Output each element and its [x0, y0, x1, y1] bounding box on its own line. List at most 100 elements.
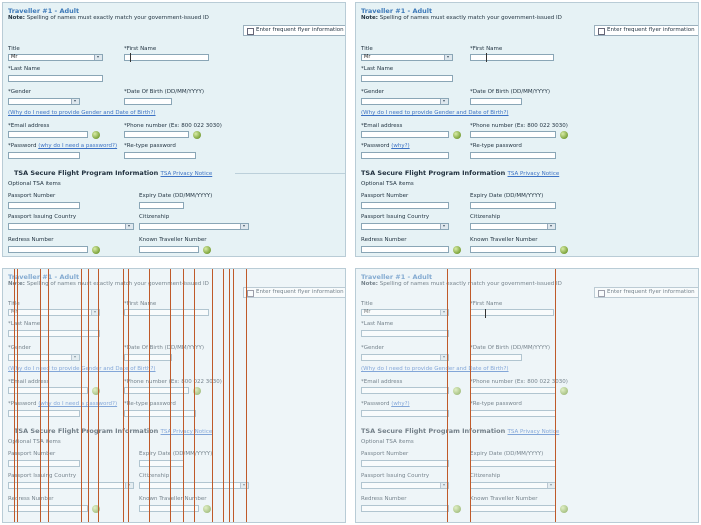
redress-input[interactable] — [361, 505, 449, 512]
issuing-country-select[interactable] — [361, 223, 449, 230]
password-input[interactable] — [361, 152, 449, 159]
citizenship-select[interactable] — [139, 223, 249, 230]
password-input[interactable] — [8, 152, 80, 159]
form-panel-bottom-right: Traveller #1 - Adult Note: Spelling of n… — [355, 268, 699, 523]
title-select[interactable]: Mr — [361, 54, 453, 61]
checkbox-icon[interactable] — [247, 28, 254, 35]
checkbox-icon[interactable] — [598, 28, 605, 35]
info-icon[interactable] — [453, 505, 461, 513]
frequent-flyer-checkbox[interactable]: Enter frequent flyer information — [243, 287, 345, 298]
first-name-input[interactable] — [470, 309, 554, 316]
why-gender-link[interactable]: (Why do I need to provide Gender and Dat… — [361, 110, 509, 117]
info-icon[interactable] — [193, 131, 201, 139]
title-select[interactable]: Mr — [361, 309, 449, 316]
email-input[interactable] — [8, 131, 88, 138]
info-icon[interactable] — [453, 387, 461, 395]
info-icon[interactable] — [92, 131, 100, 139]
passport-number-input[interactable] — [8, 202, 80, 209]
tsa-heading: TSA Secure Flight Program Information TS… — [14, 169, 213, 177]
gender-select[interactable] — [8, 98, 80, 105]
frequent-flyer-checkbox[interactable]: Enter frequent flyer information — [594, 287, 698, 298]
email-label: *Email address — [361, 123, 403, 129]
issuing-country-label: Passport Issuing Country — [361, 473, 430, 479]
info-icon[interactable] — [92, 246, 100, 254]
tsa-heading: TSA Secure Flight Program Information TS… — [361, 169, 560, 177]
email-input[interactable] — [361, 131, 449, 138]
why-password-link[interactable]: (why?) — [391, 401, 409, 407]
first-name-input[interactable] — [124, 54, 209, 61]
password-input[interactable] — [8, 410, 80, 417]
phone-input[interactable] — [124, 131, 189, 138]
passport-number-input[interactable] — [361, 460, 449, 467]
expiry-input[interactable] — [139, 460, 184, 467]
gender-select[interactable] — [361, 354, 449, 361]
phone-input[interactable] — [470, 131, 556, 138]
info-icon[interactable] — [560, 131, 568, 139]
expiry-input[interactable] — [470, 460, 556, 467]
info-icon[interactable] — [560, 246, 568, 254]
dob-input[interactable] — [124, 354, 172, 361]
first-name-input[interactable] — [470, 54, 554, 61]
retype-password-input[interactable] — [124, 410, 196, 417]
info-icon[interactable] — [203, 246, 211, 254]
issuing-country-select[interactable] — [8, 223, 134, 230]
phone-input[interactable] — [124, 387, 189, 394]
last-name-input[interactable] — [8, 75, 103, 82]
why-password-link[interactable]: (why do I need a password?) — [38, 143, 117, 149]
passport-number-input[interactable] — [361, 202, 449, 209]
redress-input[interactable] — [8, 246, 88, 253]
expiry-label: Expiry Date (DD/MM/YYYY) — [139, 193, 213, 199]
gender-select[interactable] — [8, 354, 80, 361]
expiry-input[interactable] — [470, 202, 556, 209]
guide-line — [194, 269, 195, 522]
dob-input[interactable] — [470, 354, 522, 361]
expiry-input[interactable] — [139, 202, 184, 209]
title-select[interactable]: Mr — [8, 309, 100, 316]
frequent-flyer-checkbox[interactable]: Enter frequent flyer information — [594, 25, 698, 36]
why-gender-link[interactable]: (Why do I need to provide Gender and Dat… — [361, 366, 509, 373]
issuing-country-select[interactable] — [361, 482, 449, 489]
known-traveller-input[interactable] — [139, 246, 199, 253]
info-icon[interactable] — [560, 387, 568, 395]
citizenship-select[interactable] — [470, 223, 556, 230]
redress-input[interactable] — [361, 246, 449, 253]
gender-label: *Gender — [8, 89, 32, 95]
last-name-input[interactable] — [361, 75, 453, 82]
tsa-privacy-link[interactable]: TSA Privacy Notice — [508, 429, 560, 435]
retype-password-input[interactable] — [470, 152, 556, 159]
info-icon[interactable] — [453, 246, 461, 254]
checkbox-icon[interactable] — [247, 290, 254, 297]
info-icon[interactable] — [203, 505, 211, 513]
tsa-privacy-link[interactable]: TSA Privacy Notice — [161, 429, 213, 435]
info-icon[interactable] — [453, 131, 461, 139]
title-select[interactable]: Mr — [8, 54, 103, 61]
issuing-country-label: Passport Issuing Country — [8, 214, 77, 220]
why-password-link[interactable]: (why?) — [391, 143, 409, 149]
issuing-country-select[interactable] — [8, 482, 134, 489]
last-name-input[interactable] — [361, 330, 449, 337]
known-traveller-input[interactable] — [470, 505, 556, 512]
gender-select[interactable] — [361, 98, 449, 105]
passport-number-input[interactable] — [8, 460, 80, 467]
checkbox-icon[interactable] — [598, 290, 605, 297]
known-traveller-input[interactable] — [139, 505, 199, 512]
dob-input[interactable] — [124, 98, 172, 105]
known-traveller-input[interactable] — [470, 246, 556, 253]
why-gender-link[interactable]: (Why do I need to provide Gender and Dat… — [8, 110, 156, 117]
retype-password-input[interactable] — [470, 410, 556, 417]
info-icon[interactable] — [560, 505, 568, 513]
last-name-input[interactable] — [8, 330, 100, 337]
first-name-input[interactable] — [124, 309, 209, 316]
tsa-privacy-link[interactable]: TSA Privacy Notice — [161, 171, 213, 177]
tsa-privacy-link[interactable]: TSA Privacy Notice — [508, 171, 560, 177]
email-input[interactable] — [361, 387, 449, 394]
password-input[interactable] — [361, 410, 449, 417]
dob-input[interactable] — [470, 98, 522, 105]
phone-label: *Phone number (Ex: 800 022 3030) — [470, 123, 568, 129]
why-password-link[interactable]: (why do I need a password?) — [38, 401, 117, 407]
optional-tsa-label: Optional TSA items — [361, 439, 414, 445]
citizenship-select[interactable] — [470, 482, 556, 489]
phone-input[interactable] — [470, 387, 556, 394]
retype-password-input[interactable] — [124, 152, 196, 159]
frequent-flyer-checkbox[interactable]: Enter frequent flyer information — [243, 25, 345, 36]
